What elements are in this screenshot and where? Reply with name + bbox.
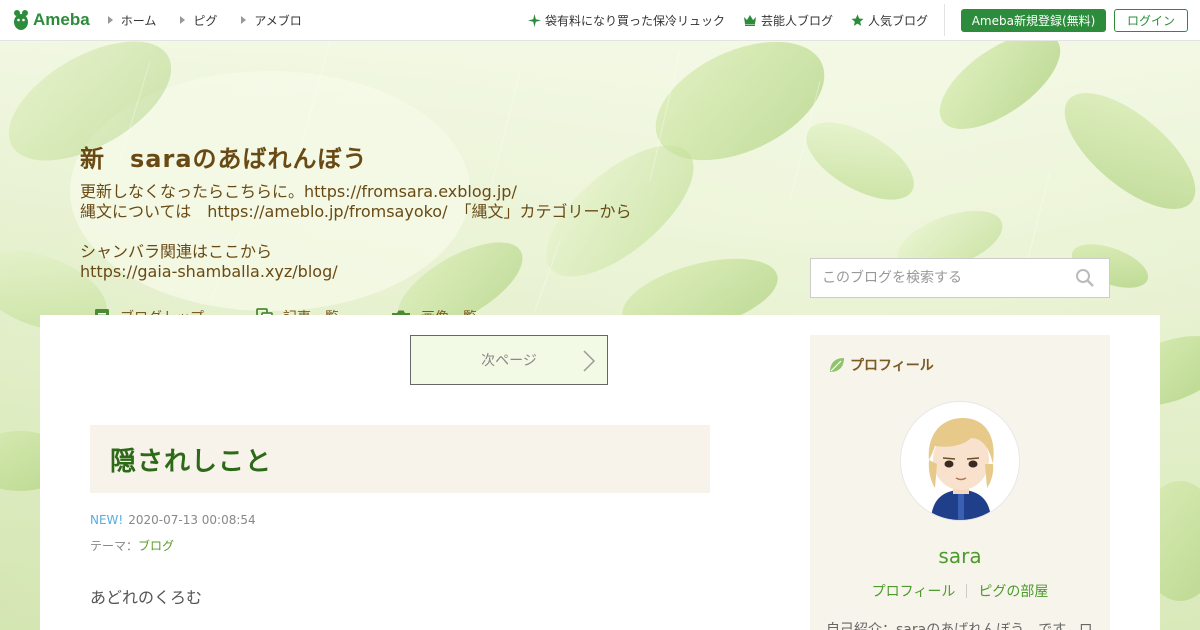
logo-text: Ameba — [33, 10, 90, 29]
entry-datetime: 2020-07-13 00:08:54 — [128, 513, 256, 527]
profile-link[interactable]: プロフィール — [872, 581, 956, 601]
featured-link-popular-blog[interactable]: 人気ブログ — [851, 12, 928, 29]
global-header: Ameba ホーム ピグ アメブロ 袋有料になり買った保冷リュック 芸能人ブログ… — [0, 0, 1200, 41]
featured-link-label: 人気ブログ — [867, 13, 928, 28]
global-nav: ホーム ピグ アメブロ — [107, 12, 326, 29]
entry-meta: NEW! 2020-07-13 00:08:54 — [90, 513, 256, 527]
theme-prefix: テーマ： — [90, 539, 139, 553]
arrow-right-icon — [107, 16, 113, 24]
featured-link-label: 芸能人ブログ — [760, 13, 833, 28]
pigg-room-link[interactable]: ピグの部屋 — [978, 581, 1048, 601]
login-button[interactable]: ログイン — [1114, 9, 1188, 32]
next-page-label: 次ページ — [481, 353, 537, 369]
leaf-icon — [830, 358, 844, 372]
featured-links: 袋有料になり買った保冷リュック 芸能人ブログ 人気ブログ — [510, 0, 928, 40]
featured-link-celebrity-blog[interactable]: 芸能人ブログ — [743, 12, 833, 29]
featured-link-cooler-bag[interactable]: 袋有料になり買った保冷リュック — [527, 12, 725, 29]
entry-body: あどれのくろむ — [90, 588, 203, 607]
ameba-mascot-icon — [14, 10, 28, 30]
avatar[interactable] — [900, 401, 1020, 521]
nav-pigg-label: ピグ — [193, 13, 218, 28]
nav-ameblo-label: アメブロ — [254, 13, 302, 28]
crown-icon — [743, 15, 756, 26]
blog-description: 更新しなくなったらこちらに。https://fromsara.exblog.jp… — [80, 182, 632, 281]
blog-search — [810, 258, 1110, 298]
chevron-right-icon — [583, 350, 595, 372]
arrow-right-icon — [180, 16, 186, 24]
search-input[interactable] — [811, 260, 1071, 296]
profile-name[interactable]: sara — [810, 544, 1110, 568]
star-icon — [851, 14, 864, 26]
divider — [966, 584, 968, 598]
ameba-logo[interactable]: Ameba — [12, 8, 90, 32]
nav-home-label: ホーム — [120, 13, 157, 28]
nav-ameblo[interactable]: アメブロ — [241, 12, 302, 29]
sparkle-icon — [527, 13, 541, 27]
blog-title[interactable]: 新 saraのあばれんぼう — [80, 139, 368, 174]
theme-link[interactable]: ブログ — [138, 539, 174, 553]
entry-theme: テーマ：ブログ — [90, 537, 174, 554]
new-badge: NEW! — [90, 513, 124, 527]
nav-pigg[interactable]: ピグ — [180, 12, 217, 29]
avatar-image — [901, 402, 1019, 520]
profile-links: プロフィール ピグの部屋 — [810, 581, 1110, 601]
entry-title[interactable]: 隠されしこと — [90, 425, 710, 493]
profile-intro: 自己紹介：saraのあばれんぼう です。ロ — [826, 622, 1093, 630]
profile-heading-label: プロフィール — [850, 358, 934, 374]
search-icon[interactable] — [1075, 268, 1095, 288]
featured-link-label: 袋有料になり買った保冷リュック — [544, 13, 725, 28]
nav-home[interactable]: ホーム — [107, 12, 157, 29]
divider — [944, 4, 945, 36]
register-button[interactable]: Ameba新規登録(無料) — [961, 9, 1106, 32]
next-page-button[interactable]: 次ページ — [410, 335, 608, 385]
profile-heading: プロフィール — [828, 355, 934, 375]
arrow-right-icon — [241, 16, 247, 24]
